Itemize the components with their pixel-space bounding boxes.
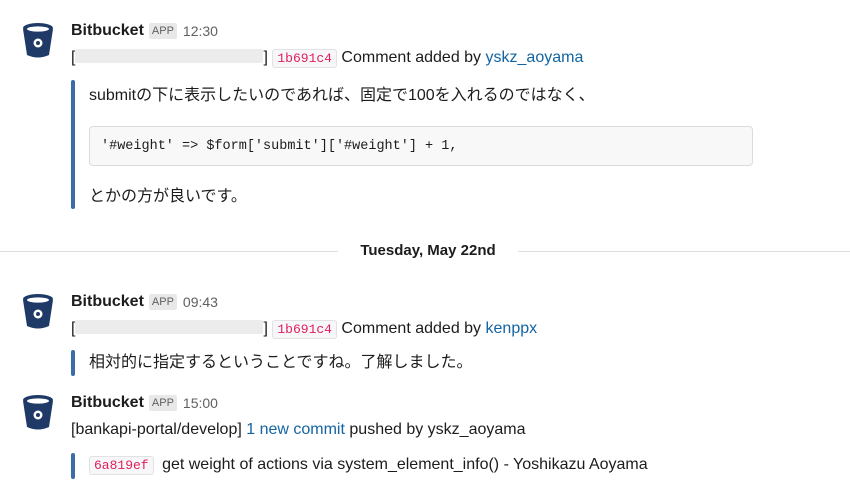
quote-bar [71,350,75,376]
commit-message: get weight of actions via system_element… [162,456,648,473]
message-header: Bitbucket APP 12:30 [71,21,218,41]
message-header: Bitbucket APP 15:00 [71,393,218,413]
sender-name[interactable]: Bitbucket [71,22,144,40]
sender-name[interactable]: Bitbucket [71,394,144,412]
quote-text: とかの方が良いです。 [89,188,247,205]
redacted-close: ] [263,320,268,337]
event-text: Comment added by [341,49,482,66]
event-text: Comment added by [341,320,482,337]
user-link[interactable]: kenppx [486,320,538,337]
user-link[interactable]: yskz_aoyama [486,49,584,66]
commit-hash[interactable]: 1b691c4 [272,320,337,339]
date-divider[interactable]: Tuesday, May 22nd [338,238,518,264]
event-line: [bankapi-portal/develop] 1 new commit pu… [71,419,526,441]
quote-text: 相対的に指定するということですね。了解しました。 [89,354,473,371]
bitbucket-avatar-icon[interactable] [22,394,54,430]
app-badge: APP [148,395,177,411]
commit-entry: 6a819ef get weight of actions via system… [89,454,648,477]
event-line: [] 1b691c4 Comment added by kenppx [71,318,537,341]
bitbucket-avatar-icon[interactable] [22,22,54,58]
quote-bar [71,80,75,209]
redacted-close: ] [263,49,268,66]
app-badge: APP [148,23,177,39]
quote-text: submitの下に表示したいのであれば、固定で100を入れるのではなく、 [89,87,595,104]
redacted-repo [75,49,264,63]
timestamp[interactable]: 15:00 [183,395,218,411]
commit-hash[interactable]: 6a819ef [89,456,154,475]
redacted-repo [75,320,264,334]
pushed-by-text: pushed by yskz_aoyama [349,421,526,438]
commit-count-link[interactable]: 1 new commit [246,421,345,438]
message-header: Bitbucket APP 09:43 [71,292,218,312]
event-line: [] 1b691c4 Comment added by yskz_aoyama [71,47,583,70]
sender-name[interactable]: Bitbucket [71,293,144,311]
repo-name: [bankapi-portal/develop] [71,421,242,438]
quote-bar [71,453,75,479]
code-block: '#weight' => $form['submit']['#weight'] … [89,126,753,166]
timestamp[interactable]: 09:43 [183,294,218,310]
commit-hash[interactable]: 1b691c4 [272,49,337,68]
timestamp[interactable]: 12:30 [183,23,218,39]
bitbucket-avatar-icon[interactable] [22,293,54,329]
app-badge: APP [148,294,177,310]
